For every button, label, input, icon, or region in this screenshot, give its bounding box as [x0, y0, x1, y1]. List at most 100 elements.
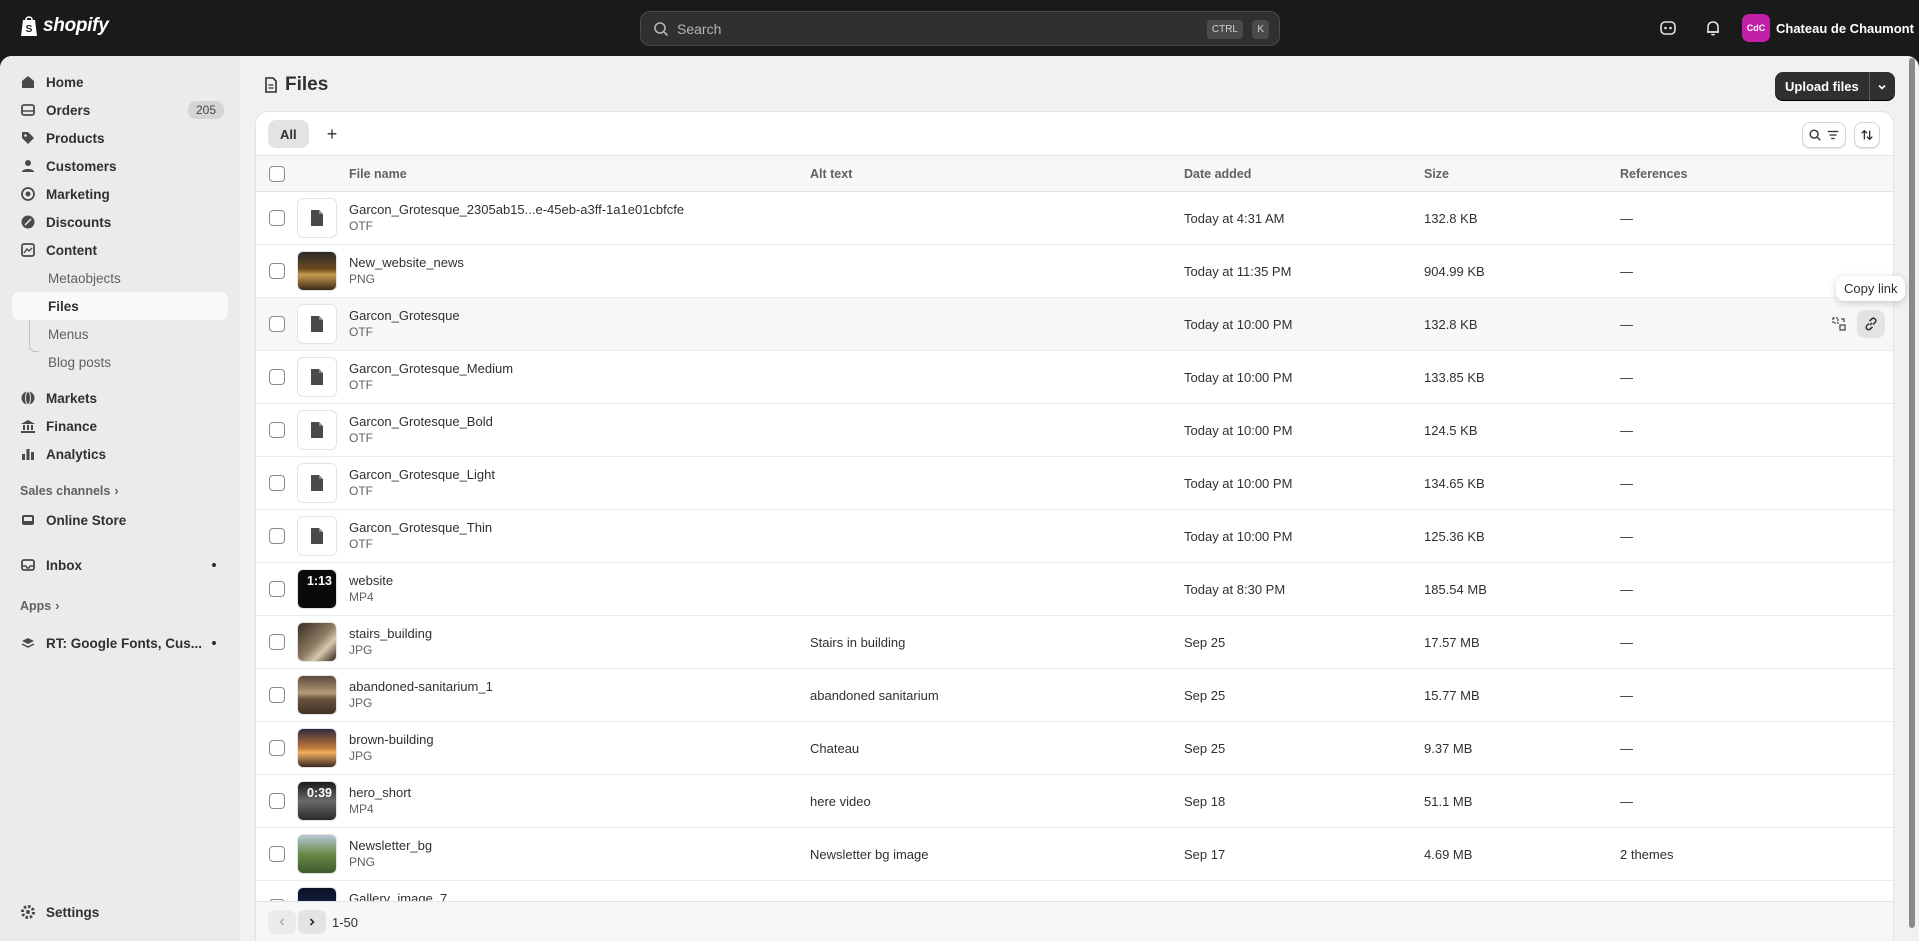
table-row[interactable]: Garcon_Grotesque OTF Today at 10:00 PM 132.…: [256, 298, 1893, 351]
shopify-logo[interactable]: S shopify: [19, 14, 109, 38]
sidebar-item-files[interactable]: Files: [12, 292, 228, 320]
table-row[interactable]: brown-building JPG Chateau Sep 25 9.37 MB —: [256, 722, 1893, 775]
table-row[interactable]: abandoned-sanitarium_1 JPG abandoned sanit…: [256, 669, 1893, 722]
upload-dropdown-button[interactable]: [1868, 72, 1895, 101]
replace-file-button[interactable]: [1825, 310, 1853, 338]
date-added: Sep 25: [1184, 741, 1226, 756]
page-scrollbar[interactable]: [1905, 56, 1919, 941]
table-row[interactable]: Garcon_Grotesque_Light OTF Today at 10:00 …: [256, 457, 1893, 510]
header-date-added[interactable]: Date added: [1184, 167, 1251, 181]
sidebar-item-products[interactable]: Products: [12, 124, 228, 152]
file-thumbnail[interactable]: [297, 410, 337, 450]
file-name[interactable]: Garcon_Grotesque_2305ab15...e-45eb-a3ff-…: [349, 202, 684, 217]
file-thumbnail[interactable]: [297, 516, 337, 556]
row-checkbox[interactable]: [269, 316, 285, 332]
upload-files-button[interactable]: Upload files: [1775, 72, 1869, 101]
sidebar-item-app[interactable]: RT: Google Fonts, Cus...: [12, 629, 228, 657]
sidebar-item-orders[interactable]: Orders 205: [12, 96, 228, 124]
file-name[interactable]: Garcon_Grotesque_Bold: [349, 414, 493, 429]
file-name[interactable]: stairs_building: [349, 626, 432, 641]
row-checkbox[interactable]: [269, 740, 285, 756]
row-checkbox[interactable]: [269, 528, 285, 544]
row-checkbox[interactable]: [269, 210, 285, 226]
table-row[interactable]: Newsletter_bg PNG Newsletter bg image Sep 1…: [256, 828, 1893, 881]
select-all-checkbox[interactable]: [269, 166, 285, 182]
previous-page-button[interactable]: [268, 910, 296, 934]
file-type: OTF: [349, 219, 373, 233]
scrollbar-thumb[interactable]: [1909, 58, 1915, 928]
file-thumbnail[interactable]: [297, 251, 337, 291]
sidebar-item-customers[interactable]: Customers: [12, 152, 228, 180]
sidebar-item-online-store[interactable]: Online Store: [12, 506, 228, 534]
file-name[interactable]: Garcon_Grotesque_Light: [349, 467, 495, 482]
file-thumbnail[interactable]: [297, 728, 337, 768]
file-thumbnail[interactable]: [297, 357, 337, 397]
sidebar-item-markets[interactable]: Markets: [12, 384, 228, 412]
row-checkbox[interactable]: [269, 846, 285, 862]
table-row[interactable]: stairs_building JPG Stairs in building Sep …: [256, 616, 1893, 669]
sidebar-item-finance[interactable]: Finance: [12, 412, 228, 440]
orders-icon: [21, 104, 35, 116]
table-row[interactable]: Garcon_Grotesque_Thin OTF Today at 10:00 P…: [256, 510, 1893, 563]
sidebar-item-content[interactable]: Content: [12, 236, 228, 264]
row-checkbox[interactable]: [269, 475, 285, 491]
filter-icon: [1827, 130, 1839, 140]
sidebar-item-metaobjects[interactable]: Metaobjects: [12, 264, 228, 292]
sidebar-item-inbox[interactable]: Inbox: [12, 551, 228, 579]
file-thumbnail[interactable]: [297, 622, 337, 662]
file-name[interactable]: website: [349, 573, 393, 588]
row-checkbox[interactable]: [269, 581, 285, 597]
table-row[interactable]: 0:39 hero_short MP4 here video Sep 18 51.1 MB…: [256, 775, 1893, 828]
header-file-name[interactable]: File name: [349, 167, 407, 181]
row-checkbox[interactable]: [269, 687, 285, 703]
discount-icon: [21, 215, 35, 229]
replace-icon: [1832, 317, 1846, 331]
table-row[interactable]: Garcon_Grotesque_Medium OTF Today at 10:00…: [256, 351, 1893, 404]
bell-icon[interactable]: [1702, 17, 1724, 39]
file-thumbnail[interactable]: [297, 675, 337, 715]
sidebar-item-blog-posts[interactable]: Blog posts: [12, 348, 228, 376]
file-name[interactable]: New_website_news: [349, 255, 464, 270]
table-row[interactable]: Garcon_Grotesque_Bold OTF Today at 10:00 P…: [256, 404, 1893, 457]
file-name[interactable]: Newsletter_bg: [349, 838, 432, 853]
row-checkbox[interactable]: [269, 422, 285, 438]
file-name[interactable]: abandoned-sanitarium_1: [349, 679, 493, 694]
search-filter-button[interactable]: [1802, 122, 1846, 148]
add-view-button[interactable]: +: [318, 120, 346, 148]
file-name[interactable]: hero_short: [349, 785, 411, 800]
table-row[interactable]: 1:13 website MP4 Today at 8:30 PM 185.54 MB —: [256, 563, 1893, 616]
sidebar-item-settings[interactable]: Settings: [12, 898, 228, 926]
file-thumbnail[interactable]: [297, 463, 337, 503]
search-input[interactable]: Search CTRL K: [640, 11, 1280, 46]
file-thumbnail[interactable]: 1:13: [297, 569, 337, 609]
sidekick-icon[interactable]: [1657, 17, 1679, 39]
file-thumbnail[interactable]: [297, 834, 337, 874]
file-name[interactable]: Garcon_Grotesque_Medium: [349, 361, 513, 376]
tab-all[interactable]: All: [268, 120, 309, 148]
next-page-button[interactable]: [298, 910, 326, 934]
row-checkbox[interactable]: [269, 263, 285, 279]
table-row[interactable]: Garcon_Grotesque_2305ab15...e-45eb-a3ff-…: [256, 192, 1893, 245]
file-thumbnail[interactable]: [297, 304, 337, 344]
header-size[interactable]: Size: [1424, 167, 1449, 181]
row-checkbox[interactable]: [269, 793, 285, 809]
apps-heading[interactable]: Apps ›: [20, 599, 59, 613]
sidebar-item-marketing[interactable]: Marketing: [12, 180, 228, 208]
sidebar-item-home[interactable]: Home: [12, 68, 228, 96]
table-row[interactable]: New_website_news PNG Today at 11:35 PM 904.…: [256, 245, 1893, 298]
sidebar-item-analytics[interactable]: Analytics: [12, 440, 228, 468]
sidebar-item-discounts[interactable]: Discounts: [12, 208, 228, 236]
file-name[interactable]: Garcon_Grotesque: [349, 308, 460, 323]
row-actions: [1825, 310, 1885, 338]
file-name[interactable]: brown-building: [349, 732, 434, 747]
sort-button[interactable]: [1854, 122, 1880, 148]
copy-link-button[interactable]: [1857, 310, 1885, 338]
file-thumbnail[interactable]: 0:39: [297, 781, 337, 821]
file-name[interactable]: Garcon_Grotesque_Thin: [349, 520, 492, 535]
store-menu[interactable]: CdC Chateau de Chaumont: [1742, 14, 1914, 42]
sales-channels-heading[interactable]: Sales channels ›: [20, 484, 119, 498]
row-checkbox[interactable]: [269, 369, 285, 385]
sidebar-item-menus[interactable]: Menus: [12, 320, 228, 348]
row-checkbox[interactable]: [269, 634, 285, 650]
file-thumbnail[interactable]: [297, 198, 337, 238]
